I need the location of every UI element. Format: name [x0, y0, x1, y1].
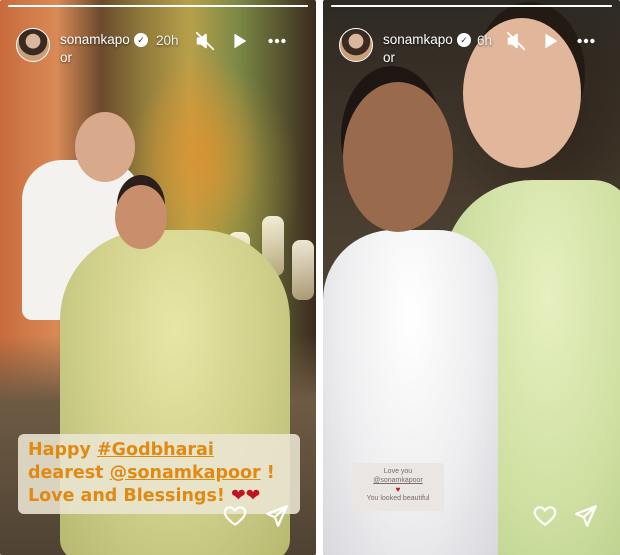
- story-timestamp: 20h: [156, 33, 179, 48]
- send-icon[interactable]: [264, 503, 290, 529]
- caption-line-2: dearest @sonamkapoor !: [28, 462, 290, 485]
- heart-emoji-icon: ♥: [395, 485, 401, 494]
- story-timestamp: 6h: [477, 33, 493, 48]
- send-icon[interactable]: [573, 503, 599, 529]
- story-header: sonamkapoor ✓ 6h: [333, 18, 610, 66]
- caption-text: !: [260, 463, 275, 483]
- story-panel-left[interactable]: sonamkapoor ✓ 20h Happy #Godbharai deare…: [0, 0, 316, 555]
- heart-outline-icon[interactable]: [222, 503, 248, 529]
- note-text: You looked beautiful: [366, 495, 430, 502]
- hashtag-link[interactable]: #Godbharai: [97, 440, 214, 460]
- verified-badge-icon: ✓: [457, 33, 471, 47]
- verified-badge-icon: ✓: [134, 33, 148, 47]
- person-photo: [343, 82, 453, 232]
- caption-sticker: Happy #Godbharai dearest @sonamkapoor ! …: [18, 434, 300, 514]
- speaker-muted-icon[interactable]: [194, 30, 216, 52]
- note-sticker: Love you @sonamkapoor ♥ You looked beaut…: [352, 463, 444, 511]
- heart-outline-icon[interactable]: [532, 503, 558, 529]
- note-text: Love you: [383, 468, 413, 475]
- person-photo: [75, 112, 135, 182]
- story-username[interactable]: sonamkapoor: [383, 31, 459, 67]
- more-options-icon[interactable]: [266, 30, 288, 52]
- play-icon[interactable]: [228, 30, 250, 52]
- lamp-decor: [292, 240, 314, 300]
- caption-line-3: Love and Blessings! ❤❤: [28, 485, 290, 508]
- story-progress-bar: [8, 5, 308, 7]
- story-username[interactable]: sonamkapoor: [60, 31, 136, 67]
- mention-link[interactable]: @sonamkapoor: [110, 463, 261, 483]
- mention-link[interactable]: @sonamkapoor: [352, 476, 444, 485]
- avatar[interactable]: [16, 28, 50, 62]
- more-options-icon[interactable]: [575, 30, 597, 52]
- avatar[interactable]: [339, 28, 373, 62]
- person-photo: [115, 185, 167, 249]
- story-progress-fill: [331, 5, 612, 7]
- caption-text: Happy: [28, 440, 98, 460]
- caption-text: dearest: [28, 463, 110, 483]
- story-progress-fill: [8, 5, 308, 7]
- caption-line-1: Happy #Godbharai: [28, 439, 290, 462]
- story-header: sonamkapoor ✓ 20h: [10, 18, 306, 66]
- speaker-muted-icon[interactable]: [505, 30, 527, 52]
- story-progress-bar: [331, 5, 612, 7]
- caption-text: Love and Blessings!: [28, 486, 231, 506]
- play-icon[interactable]: [539, 30, 561, 52]
